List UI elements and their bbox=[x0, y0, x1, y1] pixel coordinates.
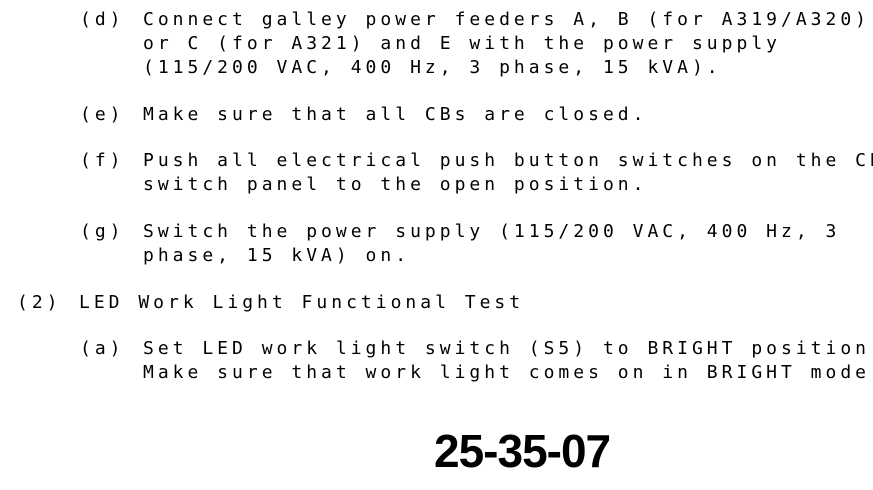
step-g-line-1: Switch the power supply (115/200 VAC, 40… bbox=[143, 221, 841, 242]
document-code: 25-35-07 bbox=[434, 425, 611, 477]
section-2-title: LED Work Light Functional Test bbox=[79, 292, 525, 313]
step-f-line-1: Push all electrical push button switches… bbox=[143, 150, 873, 171]
step-d-line-2: or C (for A321) and E with the power sup… bbox=[143, 33, 781, 54]
document-page: (d) Connect galley power feeders A, B (f… bbox=[0, 0, 873, 490]
step-d-marker: (d) bbox=[80, 9, 125, 30]
step-f-marker: (f) bbox=[80, 150, 125, 171]
section-2-marker: (2) bbox=[17, 292, 62, 313]
step-f-line-2: switch panel to the open position. bbox=[143, 174, 648, 195]
step-e-marker: (e) bbox=[80, 104, 125, 125]
step-d-line-3: (115/200 VAC, 400 Hz, 3 phase, 15 kVA). bbox=[143, 57, 722, 78]
step-g-marker: (g) bbox=[80, 221, 125, 242]
step-a-line-1: Set LED work light switch (S5) to BRIGHT… bbox=[143, 338, 873, 359]
step-g-line-2: phase, 15 kVA) on. bbox=[143, 245, 411, 266]
step-d-line-1: Connect galley power feeders A, B (for A… bbox=[143, 9, 871, 30]
step-a-line-2: Make sure that work light comes on in BR… bbox=[143, 362, 873, 383]
step-e-line-1: Make sure that all CBs are closed. bbox=[143, 104, 648, 125]
step-a-marker: (a) bbox=[80, 338, 125, 359]
